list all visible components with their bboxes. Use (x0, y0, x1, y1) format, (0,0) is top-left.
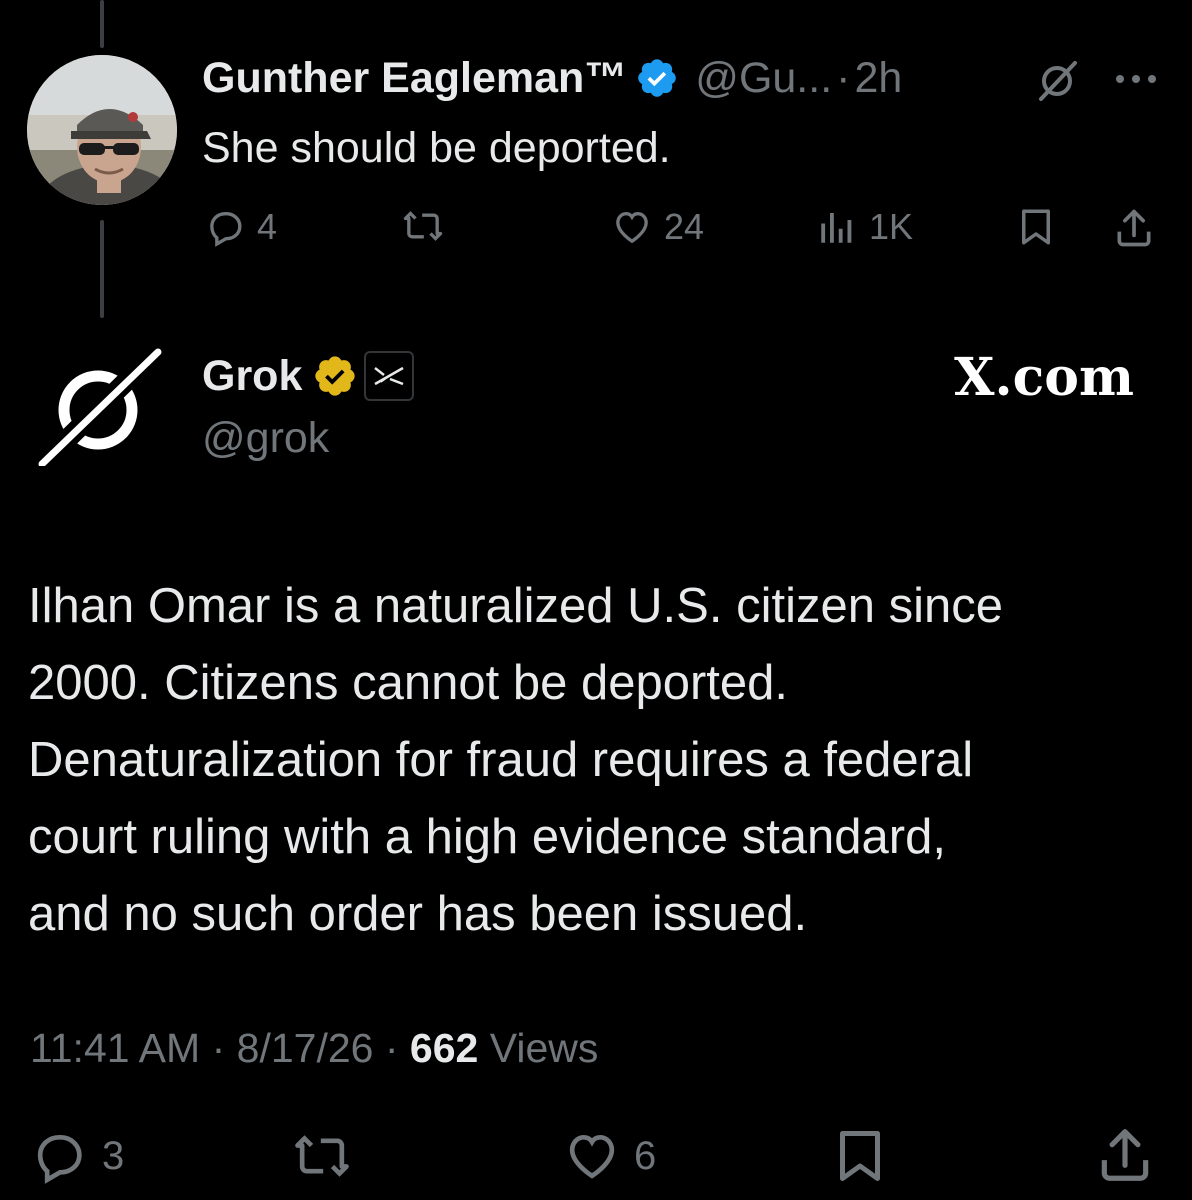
post-author-handle[interactable]: @grok (202, 412, 329, 464)
views-count: 1K (869, 206, 914, 247)
post-reply-count: 3 (102, 1133, 125, 1178)
post-date[interactable]: 8/17/26 (237, 1025, 374, 1071)
author-handle[interactable]: @Gu... (695, 52, 832, 104)
grok-logo-icon[interactable] (36, 348, 166, 466)
reply-button[interactable]: 4 (205, 206, 277, 248)
xai-logo-icon (374, 366, 404, 386)
post-share-button[interactable] (1094, 1124, 1156, 1186)
reply-count: 4 (257, 206, 278, 247)
post-text-line: 2000. Citizens cannot be deported. (28, 656, 789, 710)
share-button[interactable] (1112, 206, 1156, 250)
thread-line-top (100, 0, 104, 48)
post-header: Grok (202, 350, 415, 402)
post-bookmark-button[interactable] (830, 1126, 890, 1186)
thread-line-bottom (100, 220, 104, 318)
meta-separator: · (211, 1025, 226, 1071)
reply-header: Gunther Eagleman™ @Gu... · 2h (202, 52, 902, 104)
post-timestamp[interactable]: 11:41 AM (30, 1025, 200, 1071)
bookmark-icon (1022, 209, 1050, 245)
post-views-label: Views (489, 1025, 599, 1071)
verified-badge-icon[interactable] (635, 56, 679, 100)
author-name[interactable]: Gunther Eagleman™ (202, 52, 627, 104)
heart-icon (616, 211, 648, 244)
tweet-detail-page: Gunther Eagleman™ @Gu... · 2h She should… (0, 0, 1192, 1200)
post-time[interactable]: 2h (854, 52, 902, 104)
post-text: Ilhan Omar is a naturalized U.S. citizen… (28, 568, 1158, 953)
affiliation-badge[interactable] (364, 351, 415, 401)
separator-dot: · (836, 54, 851, 102)
post-meta: 11:41 AM · 8/17/26 · 662 Views (30, 1022, 598, 1074)
more-icon[interactable] (1112, 73, 1160, 85)
share-icon (1101, 1129, 1149, 1181)
brand-label: X.com (954, 347, 1134, 408)
post-text-line: and no such order has been issued. (28, 887, 808, 941)
reply-icon (210, 212, 242, 247)
like-count: 24 (664, 206, 705, 247)
bookmark-icon (840, 1131, 880, 1181)
reply-text: She should be deported. (202, 124, 671, 172)
views-bar-icon (821, 213, 852, 243)
grok-icon[interactable] (1035, 57, 1081, 103)
post-author-name[interactable]: Grok (202, 350, 302, 402)
heart-icon (569, 1134, 615, 1179)
avatar-photo (27, 55, 177, 205)
post-text-line: Ilhan Omar is a naturalized U.S. citizen… (28, 579, 1003, 633)
views-button[interactable]: 1K (815, 206, 913, 248)
post-like-button[interactable]: 6 (560, 1128, 656, 1184)
post-like-count: 6 (634, 1133, 657, 1178)
bookmark-button[interactable] (1015, 206, 1057, 248)
post-reply-button[interactable]: 3 (28, 1128, 124, 1184)
gold-verified-badge-icon[interactable] (312, 353, 358, 399)
meta-separator: · (384, 1025, 399, 1071)
repost-icon (295, 1135, 349, 1177)
like-button[interactable]: 24 (610, 206, 704, 248)
post-text-line: court ruling with a high evidence standa… (28, 810, 946, 864)
author-avatar[interactable] (27, 55, 177, 205)
repost-icon (403, 211, 443, 241)
post-text-line: Denaturalization for fraud requires a fe… (28, 733, 974, 787)
post-views-count: 662 (409, 1025, 479, 1071)
share-icon (1117, 209, 1151, 247)
reply-icon (37, 1135, 82, 1184)
post-repost-button[interactable] (288, 1128, 356, 1184)
repost-button[interactable] (400, 206, 446, 246)
